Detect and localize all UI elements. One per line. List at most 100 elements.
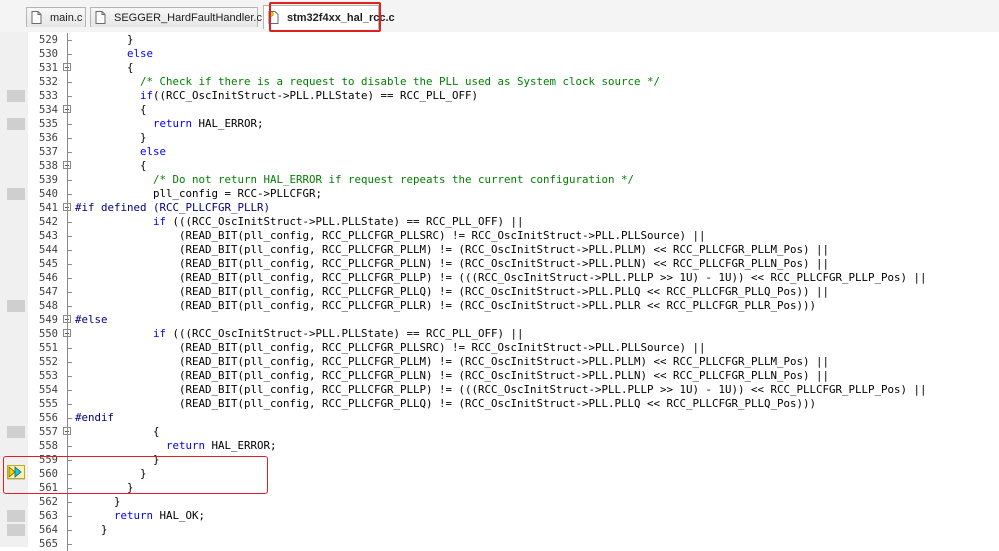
line-number: 546 [39, 272, 58, 284]
code-text: (READ_BIT(pll_config, RCC_PLLCFGR_PLLP) … [75, 383, 927, 396]
breakpoint-marker[interactable] [7, 300, 25, 312]
line-number: 534 [39, 104, 58, 116]
breakpoint-marker[interactable] [7, 90, 25, 102]
tab-label: main.c [50, 11, 83, 24]
code-line: 563 return HAL_OK; [0, 509, 999, 523]
breakpoint-marker[interactable] [7, 426, 25, 438]
code-text: } [75, 131, 147, 144]
code-line: 546 (READ_BIT(pll_config, RCC_PLLCFGR_PL… [0, 271, 999, 285]
fold-guide-line [67, 537, 68, 551]
line-number: 536 [39, 132, 58, 144]
keyword-token: if [153, 327, 167, 340]
code-text: #else [75, 313, 108, 326]
line-number: 557 [39, 426, 58, 438]
fold-guide-line [67, 439, 68, 453]
fold-guide-line [67, 299, 68, 313]
code-text: (READ_BIT(pll_config, RCC_PLLCFGR_PLLP) … [75, 271, 927, 284]
line-number: 554 [39, 384, 58, 396]
breakpoint-marker[interactable] [7, 524, 25, 536]
line-number: 544 [39, 244, 58, 256]
code-text: return HAL_ERROR; [166, 439, 277, 452]
fold-guide-line [67, 215, 68, 229]
code-line: 531 { [0, 61, 999, 75]
code-line: 557 { [0, 425, 999, 439]
fold-guide-line [67, 481, 68, 495]
code-text: { [75, 159, 147, 172]
keyword-token: return [114, 509, 154, 522]
fold-guide-line [67, 61, 68, 75]
line-number: 535 [39, 118, 58, 130]
line-number: 556 [39, 412, 58, 424]
code-text: (READ_BIT(pll_config, RCC_PLLCFGR_PLLSRC… [75, 229, 706, 242]
code-text: (READ_BIT(pll_config, RCC_PLLCFGR_PLLQ) … [75, 285, 830, 298]
breakpoint-marker[interactable] [7, 188, 25, 200]
fold-guide-line [67, 285, 68, 299]
code-line: 534 { [0, 103, 999, 117]
line-number: 530 [39, 48, 58, 60]
line-number: 555 [39, 398, 58, 410]
fold-guide-line [67, 341, 68, 355]
line-number: 564 [39, 524, 58, 536]
tab-segger-hardfaulthandler-c[interactable]: SEGGER_HardFaultHandler.c [90, 7, 262, 27]
line-number: 531 [39, 62, 58, 74]
code-line: 547 (READ_BIT(pll_config, RCC_PLLCFGR_PL… [0, 285, 999, 299]
code-line: 537 else [0, 145, 999, 159]
code-text: return HAL_OK; [114, 509, 206, 522]
keyword-token: else [140, 145, 167, 158]
code-line: 532 /* Check if there is a request to di… [0, 75, 999, 89]
code-line: 553 (READ_BIT(pll_config, RCC_PLLCFGR_PL… [0, 369, 999, 383]
fold-guide-line [67, 509, 68, 523]
code-line: 544 (READ_BIT(pll_config, RCC_PLLCFGR_PL… [0, 243, 999, 257]
code-line: 530 else [0, 47, 999, 61]
code-line: 556 #endif [0, 411, 999, 425]
c-file-icon [95, 11, 106, 24]
code-line: 548 (READ_BIT(pll_config, RCC_PLLCFGR_PL… [0, 299, 999, 313]
line-number: 529 [39, 34, 58, 46]
fold-guide-line [67, 229, 68, 243]
current-execution-arrow-icon [7, 465, 25, 479]
fold-guide-line [67, 425, 68, 439]
fold-guide-line [67, 89, 68, 103]
code-text: if (((RCC_OscInitStruct->PLL.PLLState) =… [153, 215, 524, 228]
code-editor[interactable]: 529 } 530 else 531 {532 /* Check if there … [0, 32, 999, 551]
code-line: 560 } [0, 467, 999, 481]
code-text: } [75, 481, 134, 494]
fold-guide-line [67, 523, 68, 537]
code-text: (READ_BIT(pll_config, RCC_PLLCFGR_PLLSRC… [75, 341, 706, 354]
code-text: (READ_BIT(pll_config, RCC_PLLCFGR_PLLN) … [75, 257, 830, 270]
code-line: 551 (READ_BIT(pll_config, RCC_PLLCFGR_PL… [0, 341, 999, 355]
code-line: 538 { [0, 159, 999, 173]
line-number: 547 [39, 286, 58, 298]
breakpoint-marker[interactable] [7, 510, 25, 522]
line-number: 532 [39, 76, 58, 88]
fold-guide-line [67, 145, 68, 159]
tab-main-c[interactable]: main.c [26, 7, 86, 27]
code-text: (READ_BIT(pll_config, RCC_PLLCFGR_PLLQ) … [75, 397, 817, 410]
fold-guide-line [67, 173, 68, 187]
keyword-token: return [166, 439, 206, 452]
code-text: #endif [75, 411, 115, 424]
fold-guide-line [67, 271, 68, 285]
code-line: 545 (READ_BIT(pll_config, RCC_PLLCFGR_PL… [0, 257, 999, 271]
code-line: 536 } [0, 131, 999, 145]
line-number: 541 [39, 202, 58, 214]
code-text: (READ_BIT(pll_config, RCC_PLLCFGR_PLLM) … [75, 355, 830, 368]
fold-guide-line [67, 159, 68, 173]
line-number: 533 [39, 90, 58, 102]
fold-guide-line [67, 397, 68, 411]
code-line: 564 } [0, 523, 999, 537]
code-line: 539 /* Do not return HAL_ERROR if reques… [0, 173, 999, 187]
breakpoint-marker[interactable] [7, 118, 25, 130]
code-line: 535 return HAL_ERROR; [0, 117, 999, 131]
line-number: 552 [39, 356, 58, 368]
file-tab-bar: main.c SEGGER_HardFaultHandler.c stm32f4… [0, 0, 999, 33]
line-number: 559 [39, 454, 58, 466]
fold-guide-line [67, 369, 68, 383]
code-line: 558 return HAL_ERROR; [0, 439, 999, 453]
fold-guide-line [67, 467, 68, 481]
code-text: /* Check if there is a request to disabl… [75, 75, 661, 88]
tab-stm32f4xx-hal-rcc-c[interactable]: stm32f4xx_hal_rcc.c [263, 5, 395, 29]
fold-guide-line [67, 103, 68, 117]
code-line: 541 #if defined (RCC_PLLCFGR_PLLR) [0, 201, 999, 215]
fold-guide-line [67, 75, 68, 89]
